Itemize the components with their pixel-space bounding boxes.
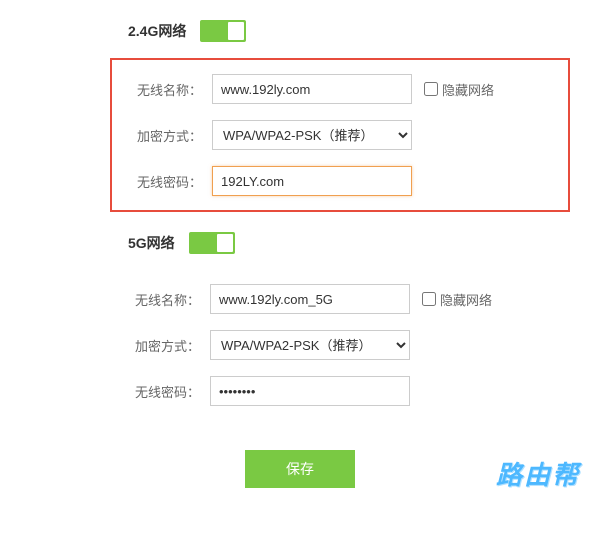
ssid-label-5g: 无线名称： — [110, 290, 210, 309]
ssid-input-5g[interactable] — [210, 284, 410, 314]
hide-checkbox-24g[interactable] — [424, 82, 438, 96]
enc-label-24g: 加密方式： — [112, 126, 212, 145]
ssid-input-24g[interactable] — [212, 74, 412, 104]
hide-network-24g[interactable]: 隐藏网络 — [424, 80, 494, 99]
section-title-24g: 2.4G网络 — [128, 21, 186, 41]
enc-select-5g[interactable]: WPA/WPA2-PSK（推荐） — [210, 330, 410, 360]
pwd-label-24g: 无线密码： — [112, 172, 212, 191]
pwd-input-24g[interactable] — [212, 166, 412, 196]
enc-select-24g[interactable]: WPA/WPA2-PSK（推荐） — [212, 120, 412, 150]
hide-label-5g: 隐藏网络 — [440, 290, 492, 309]
toggle-24g[interactable] — [200, 20, 246, 42]
form-5g: 无线名称： 隐藏网络 加密方式： WPA/WPA2-PSK（推荐） 无线密码： — [0, 270, 600, 420]
toggle-5g[interactable] — [189, 232, 235, 254]
pwd-input-5g[interactable] — [210, 376, 410, 406]
form-24g: 无线名称： 隐藏网络 加密方式： WPA/WPA2-PSK（推荐） 无线密码： — [110, 58, 570, 212]
watermark: 路由帮 — [496, 455, 580, 492]
hide-checkbox-5g[interactable] — [422, 292, 436, 306]
save-button[interactable]: 保存 — [245, 450, 355, 488]
hide-label-24g: 隐藏网络 — [442, 80, 494, 99]
enc-label-5g: 加密方式： — [110, 336, 210, 355]
section-title-5g: 5G网络 — [128, 233, 175, 253]
pwd-label-5g: 无线密码： — [110, 382, 210, 401]
hide-network-5g[interactable]: 隐藏网络 — [422, 290, 492, 309]
ssid-label-24g: 无线名称： — [112, 80, 212, 99]
